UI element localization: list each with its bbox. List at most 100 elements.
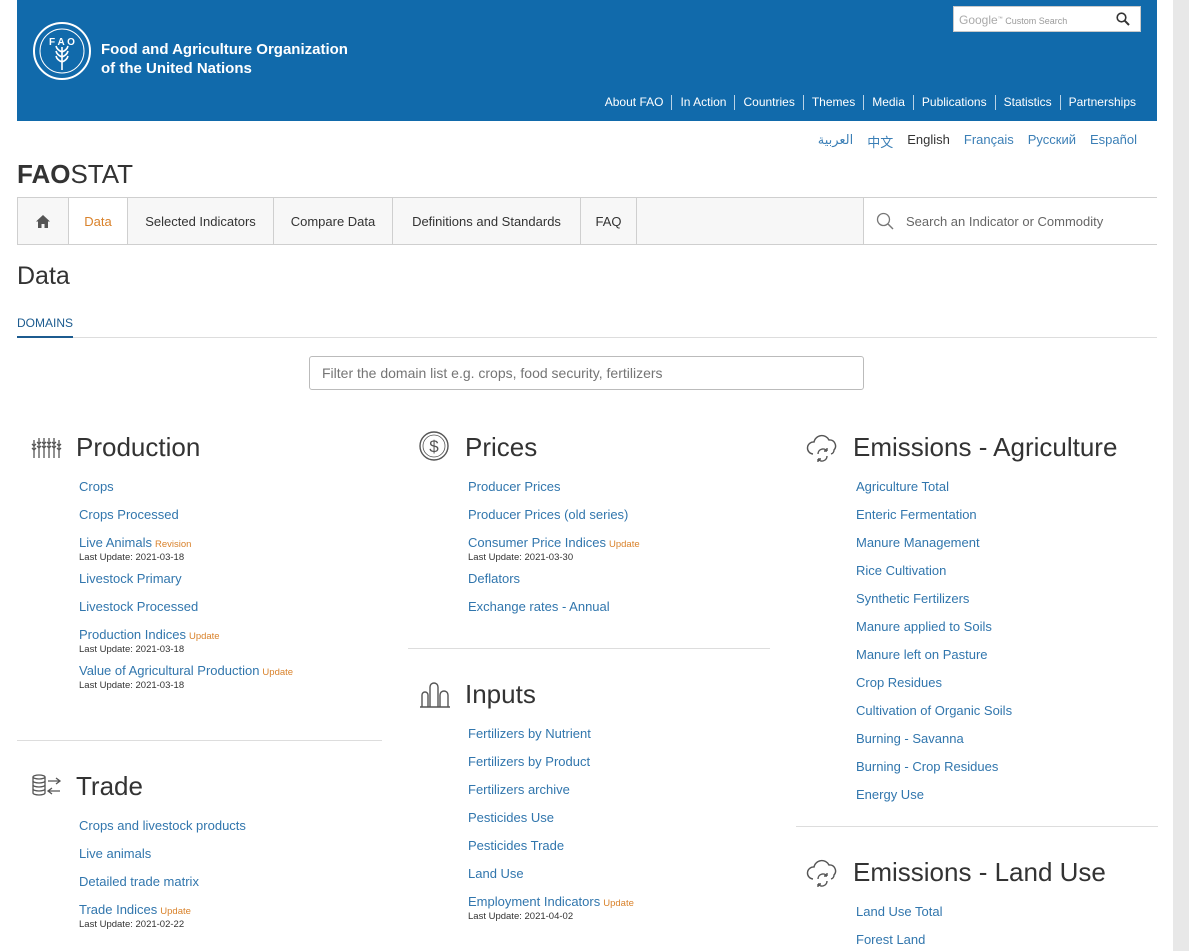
divider [17, 740, 382, 741]
nav-definitions-and-standards[interactable]: Definitions and Standards [393, 198, 581, 244]
domain-link[interactable]: Fertilizers by Product [468, 753, 590, 771]
list-item: Livestock Processed [79, 598, 382, 626]
domain-link[interactable]: Enteric Fermentation [856, 506, 977, 524]
domain-link[interactable]: Consumer Price Indices [468, 534, 606, 552]
domain-link[interactable]: Employment Indicators [468, 893, 600, 911]
domain-link[interactable]: Pesticides Use [468, 809, 554, 827]
domain-list: Crops Crops Processed Live Animals Revision… [79, 478, 382, 698]
language-option[interactable]: Español [1090, 132, 1137, 151]
nav-faq[interactable]: FAQ [581, 198, 637, 244]
domain-link[interactable]: Crops [79, 478, 114, 496]
list-item: Burning - Savanna [856, 730, 1157, 758]
list-item: Fertilizers archive [468, 781, 771, 809]
list-item: Synthetic Fertilizers [856, 590, 1157, 618]
list-item: Energy Use [856, 786, 1157, 814]
fao-header: F A O Food and Agriculture Organization … [17, 0, 1157, 121]
domain-link[interactable]: Producer Prices [468, 478, 560, 496]
domain-link[interactable]: Fertilizers archive [468, 781, 570, 799]
last-update-text: Last Update: 2021-03-30 [468, 552, 574, 563]
faostat-logo[interactable]: FAOSTAT [17, 159, 133, 190]
domain-link[interactable]: Energy Use [856, 786, 924, 804]
wheat-icon [31, 438, 62, 458]
dollar-icon: $ [419, 431, 449, 461]
domain-filter-input[interactable] [309, 356, 864, 390]
home-button[interactable] [18, 198, 69, 244]
domain-trade: Trade Crops and livestock products Live a… [28, 769, 382, 937]
search-icon[interactable] [1116, 12, 1130, 26]
domain-link[interactable]: Detailed trade matrix [79, 873, 199, 891]
language-option[interactable]: Русский [1028, 132, 1076, 151]
last-update-text: Last Update: 2021-03-18 [79, 644, 185, 655]
google-custom-search[interactable]: Google™ Custom Search [953, 6, 1141, 32]
domain-link[interactable]: Producer Prices (old series) [468, 506, 628, 524]
domain-link[interactable]: Pesticides Trade [468, 837, 564, 855]
domain-link[interactable]: Livestock Primary [79, 570, 182, 588]
list-item: Production Indices Update Last Update: 202… [79, 626, 382, 662]
domain-list: Land Use Total Forest Land [856, 903, 1157, 951]
list-item: Trade Indices Update Last Update: 2021-02-… [79, 901, 382, 937]
domain-emissions-agriculture: Emissions - Agriculture Agriculture Tota… [805, 430, 1157, 814]
language-option[interactable]: English [907, 132, 950, 151]
top-nav: About FAO In Action Countries Themes Media Pu… [597, 95, 1136, 110]
top-nav-item[interactable]: Themes [802, 95, 863, 110]
domain-link[interactable]: Production Indices [79, 626, 186, 644]
domain-title: Prices [465, 432, 538, 462]
fao-logo[interactable]: F A O [33, 22, 91, 80]
domain-link[interactable]: Synthetic Fertilizers [856, 590, 969, 608]
list-item: Employment Indicators Update Last Update: … [468, 893, 771, 929]
top-nav-item[interactable]: Countries [734, 95, 802, 110]
domain-link[interactable]: Manure Management [856, 534, 980, 552]
domain-link[interactable]: Fertilizers by Nutrient [468, 725, 591, 743]
domain-link[interactable]: Burning - Savanna [856, 730, 964, 748]
domain-link[interactable]: Crops and livestock products [79, 817, 246, 835]
domain-link[interactable]: Agriculture Total [856, 478, 949, 496]
language-option[interactable]: Français [964, 132, 1014, 151]
nav-data[interactable]: Data [69, 198, 128, 244]
domain-link[interactable]: Land Use Total [856, 903, 943, 921]
domain-link[interactable]: Value of Agricultural Production [79, 662, 259, 680]
domain-list: Fertilizers by Nutrient Fertilizers by Pr… [468, 725, 771, 929]
list-item: Crops Processed [79, 506, 382, 534]
indicator-search-input[interactable]: Search an Indicator or Commodity [863, 198, 1157, 244]
top-nav-item[interactable]: Partnerships [1059, 95, 1136, 110]
domain-link[interactable]: Forest Land [856, 931, 925, 949]
org-name[interactable]: Food and Agriculture Organization of the… [101, 40, 348, 78]
domain-link[interactable]: Crops Processed [79, 506, 179, 524]
list-item: Crops [79, 478, 382, 506]
language-option[interactable]: 中文 [867, 132, 893, 151]
scrollbar-track[interactable] [1173, 0, 1189, 951]
top-nav-item[interactable]: Publications [912, 95, 995, 110]
list-item: Fertilizers by Product [468, 753, 771, 781]
top-nav-item[interactable]: Statistics [994, 95, 1060, 110]
domain-title: Emissions - Land Use [853, 857, 1106, 887]
domain-link[interactable]: Burning - Crop Residues [856, 758, 998, 776]
nav-selected-indicators[interactable]: Selected Indicators [128, 198, 274, 244]
domain-link[interactable]: Exchange rates - Annual [468, 598, 610, 616]
language-option[interactable]: العربية [818, 132, 854, 151]
list-item: Livestock Primary [79, 570, 382, 598]
top-nav-item[interactable]: Media [863, 95, 913, 110]
domain-link[interactable]: Crop Residues [856, 674, 942, 692]
top-nav-item[interactable]: About FAO [597, 95, 672, 110]
domain-link[interactable]: Live Animals [79, 534, 152, 552]
domain-link[interactable]: Cultivation of Organic Soils [856, 702, 1012, 720]
nav-compare-data[interactable]: Compare Data [274, 198, 393, 244]
domain-link[interactable]: Live animals [79, 845, 151, 863]
domain-link[interactable]: Livestock Processed [79, 598, 198, 616]
divider [408, 648, 770, 649]
svg-text:F A O: F A O [49, 37, 75, 48]
inputs-icon [420, 682, 450, 708]
domain-link[interactable]: Manure applied to Soils [856, 618, 992, 636]
domain-link[interactable]: Land Use [468, 865, 524, 883]
top-nav-item[interactable]: In Action [671, 95, 734, 110]
domain-link[interactable]: Rice Cultivation [856, 562, 946, 580]
domain-link[interactable]: Deflators [468, 570, 520, 588]
list-item: Manure applied to Soils [856, 618, 1157, 646]
list-item: Cultivation of Organic Soils [856, 702, 1157, 730]
domain-link[interactable]: Manure left on Pasture [856, 646, 988, 664]
domain-link[interactable]: Trade Indices [79, 901, 157, 919]
update-badge: Update [188, 631, 220, 642]
domain-title: Trade [76, 771, 143, 801]
page-title: Data [17, 262, 70, 290]
tab-domains[interactable]: DOMAINS [17, 316, 74, 338]
